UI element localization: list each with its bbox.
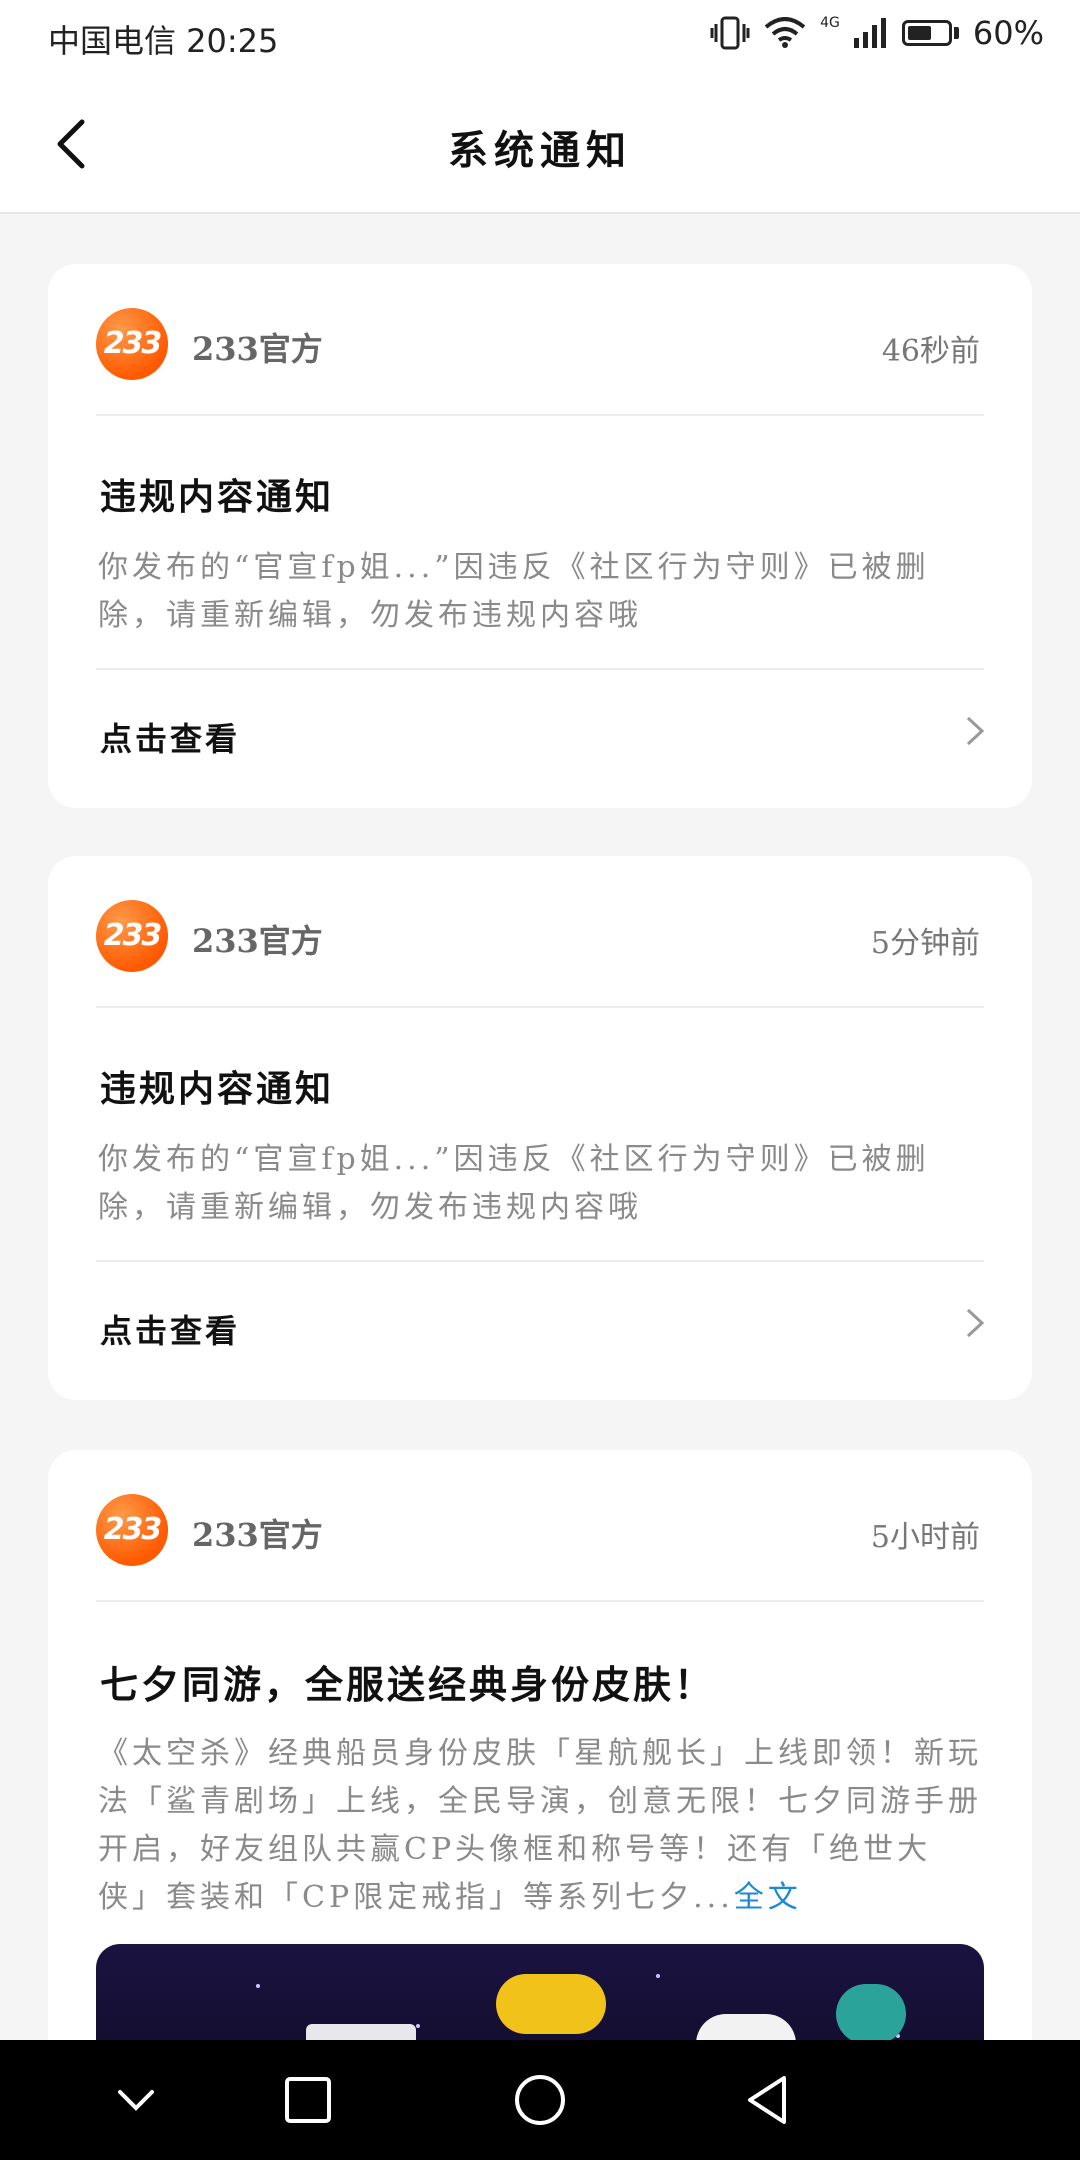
vibrate-icon (710, 16, 750, 50)
view-details-label: 点击查看 (100, 1312, 241, 1350)
sender-name: 233官方 (192, 1516, 323, 1554)
divider (96, 1600, 984, 1602)
notification-title: 违规内容通知 (100, 1068, 335, 1110)
notification-title: 七夕同游，全服送经典身份皮肤！ (100, 1662, 716, 1707)
wifi-icon (764, 17, 806, 48)
sender-logo: 233 (96, 1494, 168, 1566)
carrier-time: 中国电信 20:25 (48, 22, 279, 60)
status-icons: 4G 60% (710, 14, 1044, 52)
crewmate-yellow-icon (496, 1974, 606, 2034)
page-title: 系统通知 (448, 127, 632, 174)
triangle-back-icon[interactable] (738, 2070, 798, 2130)
crewmate-teal-icon (836, 1984, 906, 2044)
notification-time: 46秒前 (881, 334, 980, 369)
battery-icon (901, 20, 959, 46)
view-details-row[interactable]: 点击查看 (48, 1262, 1032, 1382)
notification-body-text: 《太空杀》经典船员身份皮肤「星航舰长」上线即领！新玩法「鲨青剧场」上线，全民导演… (98, 1736, 982, 1915)
system-nav-bar (0, 2040, 1080, 2160)
view-details-row[interactable]: 点击查看 (48, 670, 1032, 790)
card-header: 233 233官方 46秒前 (96, 308, 984, 380)
divider (96, 1006, 984, 1008)
view-details-label: 点击查看 (100, 720, 241, 758)
notification-card: 233 233官方 5分钟前 违规内容通知 你发布的“官宣fp姐...”因违反《… (48, 856, 1032, 1400)
divider (96, 414, 984, 416)
sender-logo: 233 (96, 900, 168, 972)
sender-logo: 233 (96, 308, 168, 380)
notification-body: 《太空杀》经典船员身份皮肤「星航舰长」上线即领！新玩法「鲨青剧场」上线，全民导演… (98, 1730, 982, 1922)
notification-title: 违规内容通知 (100, 476, 335, 518)
notification-card: 233 233官方 46秒前 违规内容通知 你发布的“官宣fp姐...”因违反《… (48, 264, 1032, 808)
notification-body: 你发布的“官宣fp姐...”因违反《社区行为守则》已被删除，请重新编辑，勿发布违… (98, 1142, 930, 1225)
circle-icon[interactable] (510, 2070, 570, 2130)
chevron-right-icon (966, 716, 985, 746)
card-header: 233 233官方 5小时前 (96, 1494, 984, 1566)
battery-percent: 60% (972, 14, 1044, 52)
network-type: 4G (820, 15, 840, 31)
sender-name: 233官方 (192, 922, 323, 960)
nav-bar: 系统通知 (0, 74, 1080, 214)
sender-name: 233官方 (192, 330, 323, 368)
full-text-link[interactable]: 全文 (734, 1880, 802, 1915)
chevron-down-icon[interactable] (106, 2070, 166, 2130)
chevron-right-icon (966, 1308, 985, 1338)
notification-time: 5小时前 (870, 1520, 980, 1555)
card-header: 233 233官方 5分钟前 (96, 900, 984, 972)
notification-time: 5分钟前 (870, 926, 980, 961)
signal-icon (853, 18, 886, 48)
notification-body: 你发布的“官宣fp姐...”因违反《社区行为守则》已被删除，请重新编辑，勿发布违… (98, 550, 930, 633)
square-icon[interactable] (278, 2070, 338, 2130)
status-bar: 中国电信 20:25 4G 60% (0, 0, 1080, 74)
